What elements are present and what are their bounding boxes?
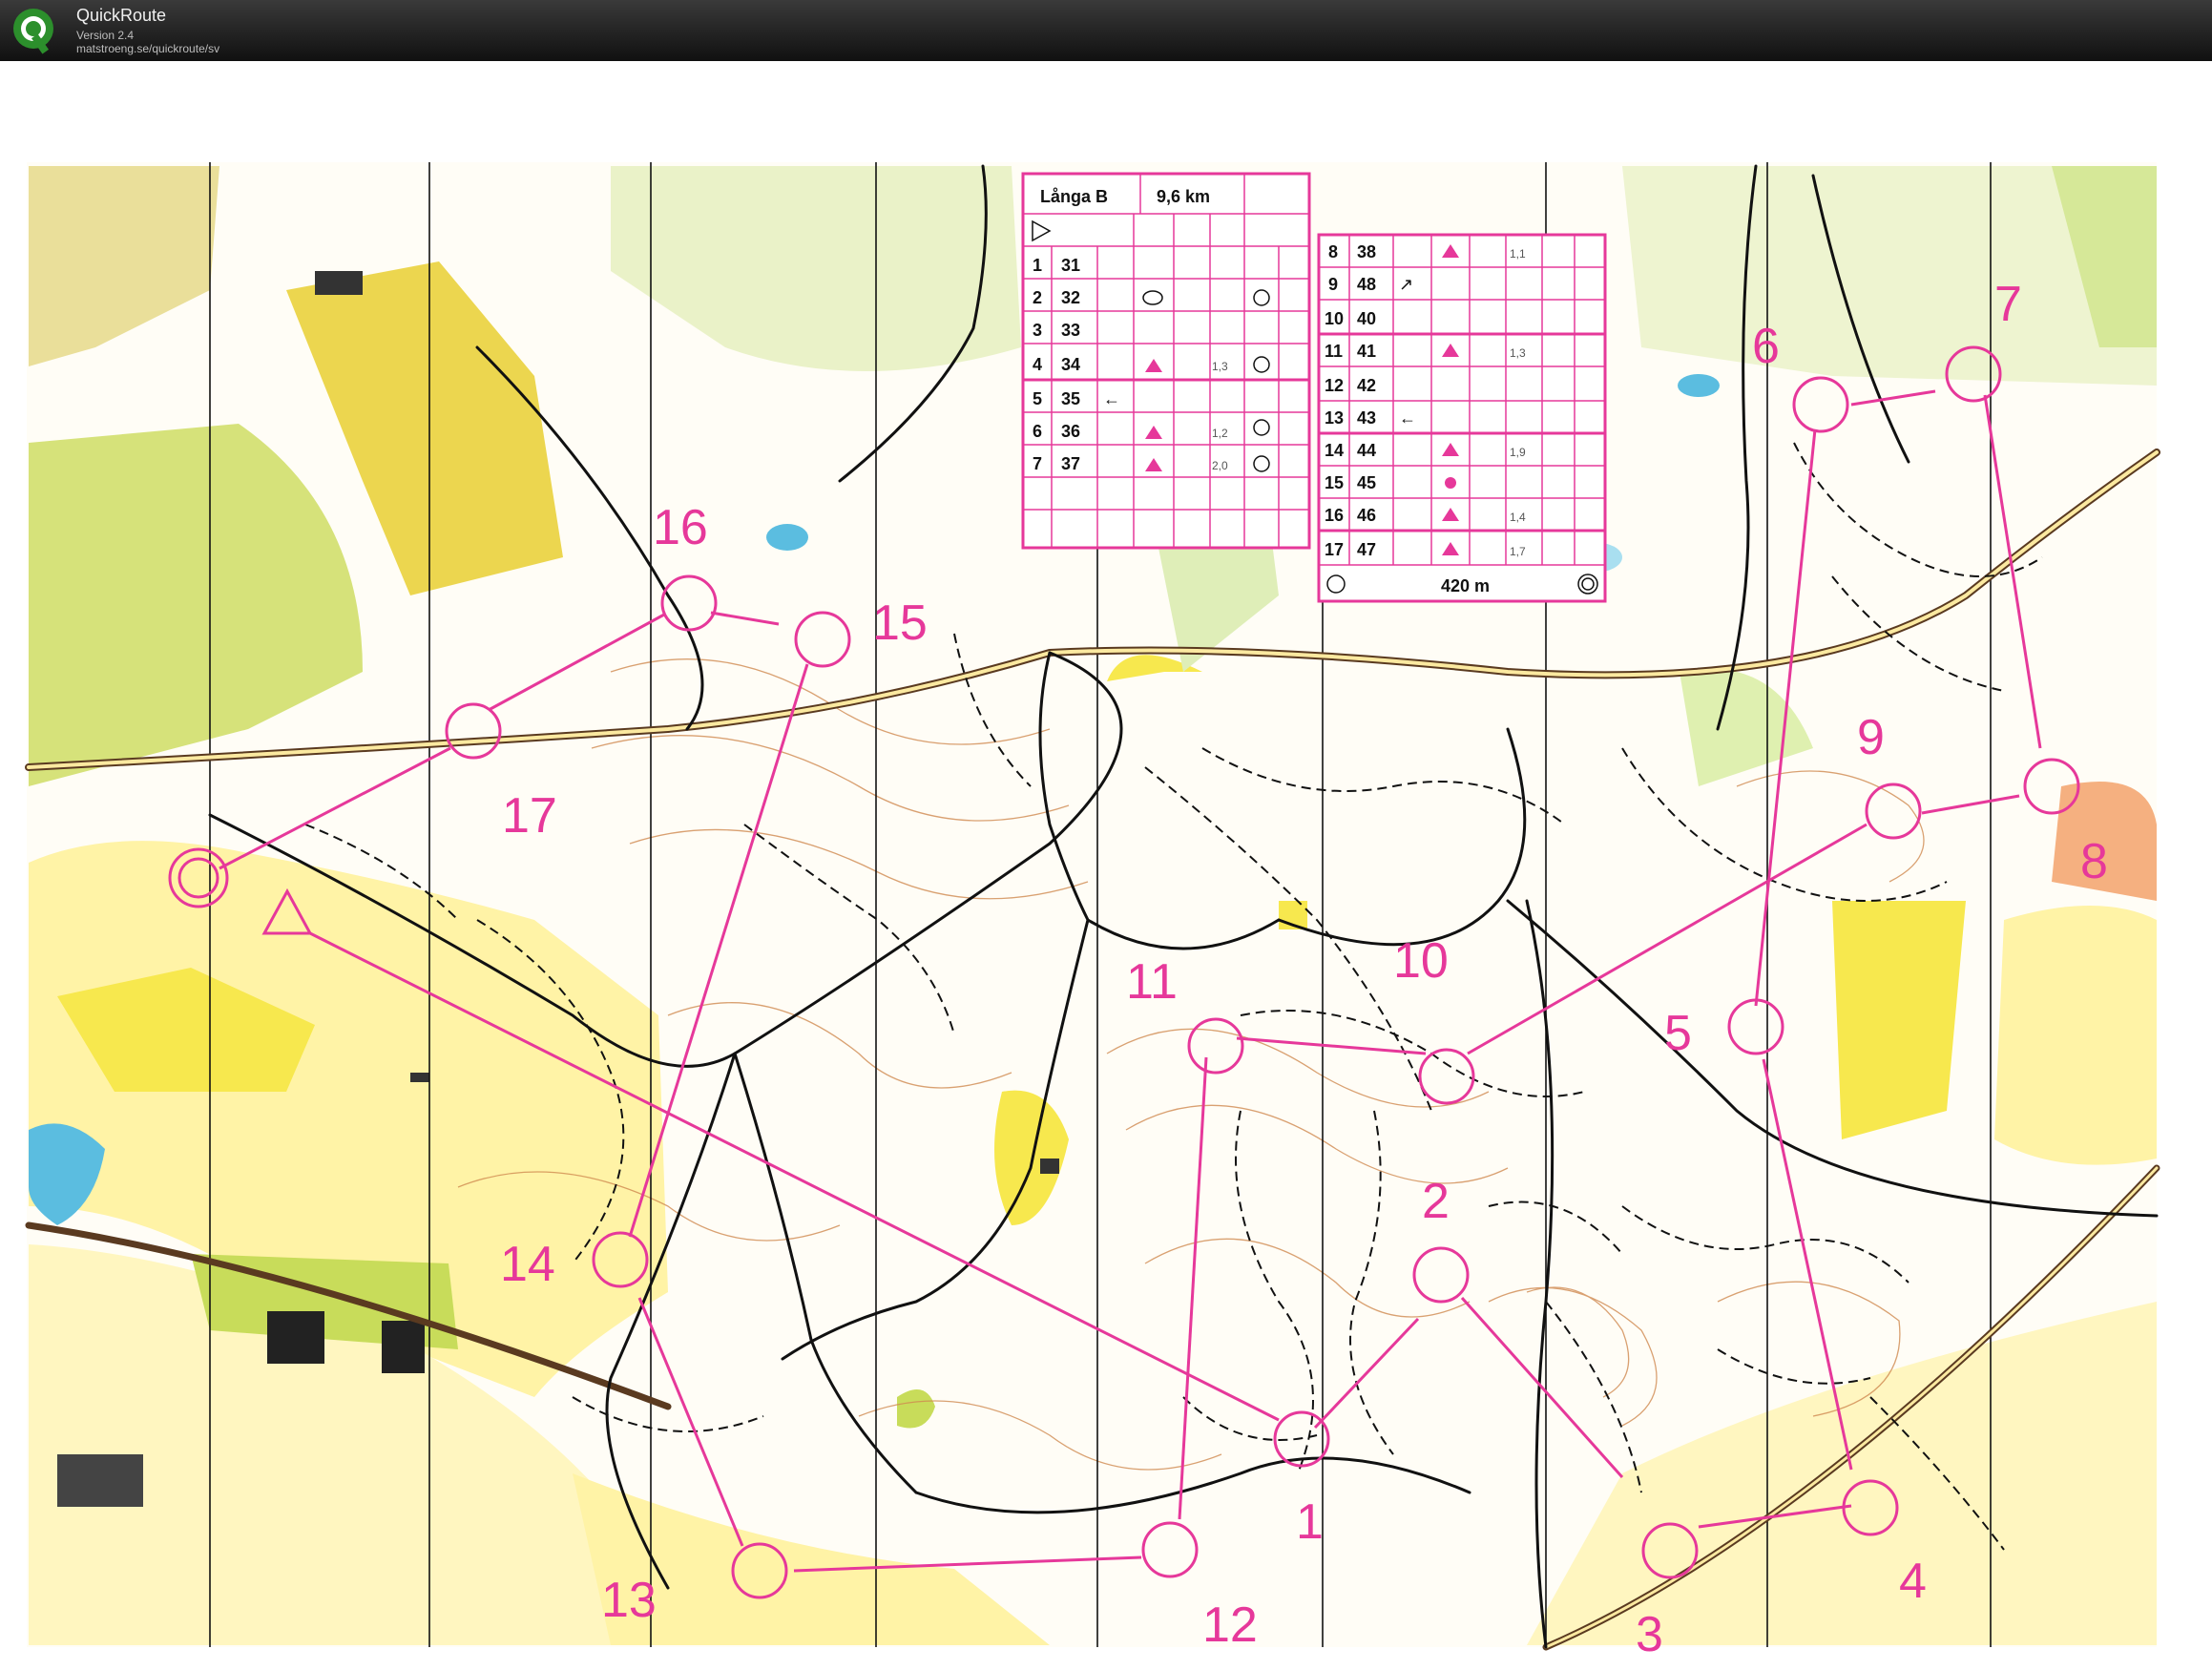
finish-distance: 420 m <box>1441 576 1490 595</box>
svg-text:2: 2 <box>1033 288 1042 307</box>
control-number-10: 10 <box>1393 933 1449 989</box>
svg-text:1,7: 1,7 <box>1510 545 1526 558</box>
orienteering-map[interactable]: 1 2 3 4 5 6 7 8 9 10 11 12 13 14 15 16 1… <box>0 61 2212 1670</box>
svg-text:1,1: 1,1 <box>1510 247 1526 261</box>
svg-text:13: 13 <box>1325 408 1344 428</box>
svg-text:16: 16 <box>1325 506 1344 525</box>
svg-text:45: 45 <box>1357 473 1376 492</box>
svg-text:17: 17 <box>1325 540 1344 559</box>
svg-text:8: 8 <box>1328 242 1338 261</box>
svg-text:31: 31 <box>1061 256 1080 275</box>
svg-text:1,3: 1,3 <box>1212 360 1228 373</box>
control-number-5: 5 <box>1664 1006 1692 1061</box>
svg-text:←: ← <box>1103 389 1120 408</box>
svg-text:35: 35 <box>1061 389 1080 408</box>
map-viewport[interactable]: 1 2 3 4 5 6 7 8 9 10 11 12 13 14 15 16 1… <box>0 61 2212 1670</box>
control-number-15: 15 <box>872 595 928 651</box>
title-bar: QuickRoute Version 2.4 matstroeng.se/qui… <box>0 0 2212 61</box>
svg-text:37: 37 <box>1061 454 1080 473</box>
app-version: Version 2.4 <box>76 29 135 42</box>
svg-text:9: 9 <box>1328 275 1338 294</box>
svg-text:5: 5 <box>1033 389 1042 408</box>
svg-text:1,9: 1,9 <box>1510 446 1526 459</box>
control-number-14: 14 <box>500 1237 555 1292</box>
svg-text:46: 46 <box>1357 506 1376 525</box>
control-description-sheet-1: Långa B 9,6 km 1 31 2 32 3 33 4 34 1,3 5… <box>1021 172 1311 550</box>
svg-text:2,0: 2,0 <box>1212 459 1228 472</box>
svg-text:11: 11 <box>1325 342 1343 361</box>
svg-text:36: 36 <box>1061 422 1080 441</box>
control-number-2: 2 <box>1422 1174 1450 1229</box>
control-number-13: 13 <box>601 1573 657 1628</box>
svg-text:32: 32 <box>1061 288 1080 307</box>
svg-text:↗: ↗ <box>1399 275 1413 294</box>
control-number-9: 9 <box>1857 710 1885 765</box>
svg-text:4: 4 <box>1033 355 1042 374</box>
course-name: Långa B <box>1040 187 1108 206</box>
svg-text:43: 43 <box>1357 408 1376 428</box>
svg-text:12: 12 <box>1325 376 1344 395</box>
svg-text:15: 15 <box>1325 473 1344 492</box>
svg-text:40: 40 <box>1357 309 1376 328</box>
svg-text:1,4: 1,4 <box>1510 511 1526 524</box>
app-url: matstroeng.se/quickroute/sv <box>76 42 220 55</box>
svg-text:1: 1 <box>1033 256 1042 275</box>
svg-text:38: 38 <box>1357 242 1376 261</box>
svg-text:←: ← <box>1399 408 1416 428</box>
control-number-7: 7 <box>1994 277 2022 332</box>
app-title: QuickRoute <box>76 6 167 25</box>
svg-text:3: 3 <box>1033 321 1042 340</box>
svg-text:1,2: 1,2 <box>1212 427 1228 440</box>
control-number-4: 4 <box>1899 1554 1927 1609</box>
svg-text:48: 48 <box>1357 275 1376 294</box>
control-description-sheet-2: 8 38 1,1 9 48 ↗ 10 40 11 41 1,3 12 42 13… <box>1317 233 1607 603</box>
control-number-11: 11 <box>1126 954 1178 1010</box>
quickroute-logo-icon <box>13 9 53 54</box>
svg-text:10: 10 <box>1325 309 1344 328</box>
svg-text:42: 42 <box>1357 376 1376 395</box>
svg-text:33: 33 <box>1061 321 1080 340</box>
svg-text:41: 41 <box>1357 342 1376 361</box>
control-number-6: 6 <box>1752 319 1780 374</box>
control-number-3: 3 <box>1636 1607 1663 1662</box>
control-number-8: 8 <box>2080 834 2108 889</box>
svg-text:34: 34 <box>1061 355 1080 374</box>
course-length: 9,6 km <box>1157 187 1210 206</box>
svg-text:7: 7 <box>1033 454 1042 473</box>
control-number-1: 1 <box>1296 1494 1324 1550</box>
control-number-12: 12 <box>1202 1597 1258 1653</box>
svg-text:6: 6 <box>1033 422 1042 441</box>
control-number-16: 16 <box>653 500 708 555</box>
svg-text:1,3: 1,3 <box>1510 346 1526 360</box>
svg-text:14: 14 <box>1325 441 1344 460</box>
svg-text:44: 44 <box>1357 441 1376 460</box>
svg-text:47: 47 <box>1357 540 1376 559</box>
control-number-17: 17 <box>502 788 557 844</box>
